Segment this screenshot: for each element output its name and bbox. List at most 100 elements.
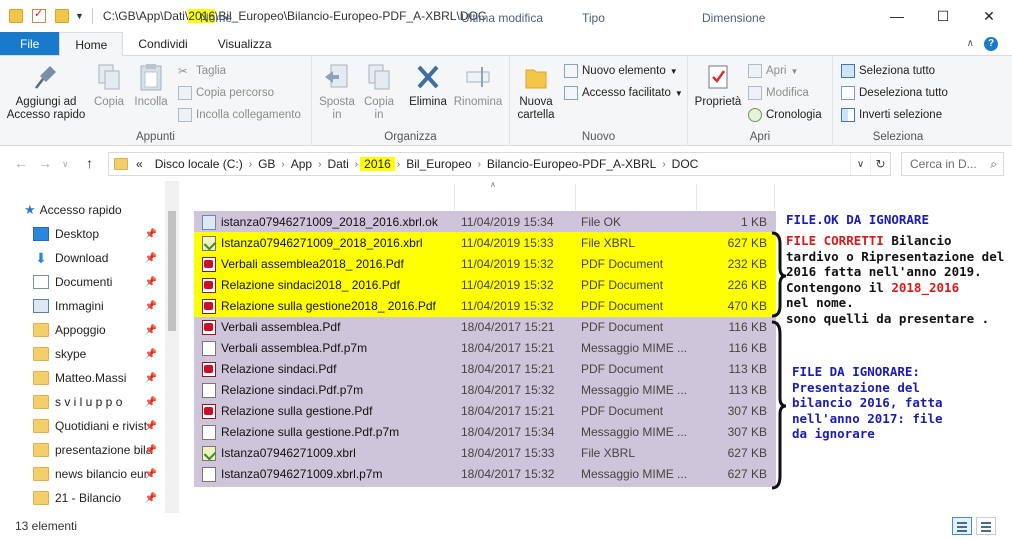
- file-row[interactable]: Relazione sulla gestione.Pdf 18/04/2017 …: [199, 401, 769, 422]
- nav-scrollbar[interactable]: [165, 181, 179, 513]
- recent-locations-button[interactable]: ∨: [62, 159, 69, 170]
- file-row[interactable]: Relazione sindaci2018_ 2016.Pdf 11/04/20…: [199, 275, 769, 296]
- pin-icon[interactable]: 📌: [145, 493, 157, 504]
- nav-item-quotidiani[interactable]: Quotidiani e rivist 📌: [33, 414, 165, 438]
- tab-share[interactable]: Condividi: [123, 32, 202, 55]
- properties-button[interactable]: Proprietà: [692, 62, 744, 109]
- pin-icon[interactable]: 📌: [145, 397, 157, 408]
- address-box[interactable]: « Disco locale (C:) › GB › App › Dati › 2016…: [108, 152, 891, 176]
- cut-button[interactable]: ✂ Taglia: [178, 64, 226, 78]
- breadcrumb-dati[interactable]: Dati: [321, 157, 354, 171]
- nav-item-download[interactable]: ⬇ Download 📌: [33, 246, 165, 270]
- open-button[interactable]: Apri ▼: [748, 64, 798, 78]
- minimize-button[interactable]: —: [874, 0, 920, 32]
- search-input[interactable]: Cerca in D... ⌕: [901, 152, 1004, 176]
- move-to-button[interactable]: Sposta in: [318, 62, 356, 122]
- deselect-all-button[interactable]: Deseleziona tutto: [841, 86, 948, 100]
- pin-icon[interactable]: 📌: [145, 229, 157, 240]
- details-view-icon[interactable]: [952, 517, 972, 535]
- pin-icon[interactable]: 📌: [145, 325, 157, 336]
- file-row[interactable]: Relazione sulla gestione2018_ 2016.Pdf 1…: [199, 296, 769, 317]
- nav-item-appoggio[interactable]: Appoggio 📌: [33, 318, 165, 342]
- file-row[interactable]: Verbali assemblea2018_ 2016.Pdf 11/04/20…: [199, 254, 769, 275]
- breadcrumb-c[interactable]: Disco locale (C:): [149, 157, 249, 171]
- maximize-button[interactable]: ☐: [920, 0, 966, 32]
- breadcrumb-overflow[interactable]: «: [128, 157, 149, 171]
- delete-button[interactable]: Elimina: [408, 62, 448, 109]
- file-row[interactable]: Istanza07946271009.xbrl 18/04/2017 15:33…: [199, 443, 769, 464]
- paste-button[interactable]: Incolla: [131, 62, 171, 109]
- new-item-button[interactable]: Nuovo elemento ▼: [564, 64, 678, 78]
- history-button[interactable]: Cronologia: [748, 108, 822, 122]
- back-button[interactable]: ←: [14, 155, 28, 171]
- edit-button[interactable]: Modifica: [748, 86, 809, 100]
- customize-quick-access-icon[interactable]: ▼: [75, 11, 84, 21]
- select-all-button[interactable]: Seleziona tutto: [841, 64, 935, 78]
- column-divider[interactable]: [454, 184, 455, 210]
- pin-icon[interactable]: 📌: [145, 445, 157, 456]
- new-folder-button[interactable]: Nuova cartella: [514, 62, 558, 122]
- close-button[interactable]: ✕: [966, 0, 1012, 32]
- address-dropdown-icon[interactable]: ∨: [850, 153, 870, 175]
- nav-item-matteo[interactable]: Matteo.Massi 📌: [33, 366, 165, 390]
- file-row[interactable]: Relazione sulla gestione.Pdf.p7m 18/04/2…: [199, 422, 769, 443]
- forward-button[interactable]: →: [38, 155, 52, 171]
- nav-item-skype[interactable]: skype 📌: [33, 342, 165, 366]
- column-divider[interactable]: [575, 184, 576, 210]
- rename-button[interactable]: Rinomina: [452, 62, 504, 109]
- pin-icon[interactable]: 📌: [145, 301, 157, 312]
- invert-selection-button[interactable]: Inverti selezione: [841, 108, 942, 122]
- nav-item-news[interactable]: news bilancio eur 📌: [33, 462, 165, 486]
- file-row[interactable]: Istanza07946271009_2018_2016.xbrl 11/04/…: [199, 233, 769, 254]
- file-row[interactable]: Relazione sindaci.Pdf.p7m 18/04/2017 15:…: [199, 380, 769, 401]
- up-button[interactable]: ↑: [86, 155, 93, 171]
- nav-item-presentazione[interactable]: presentazione bila 📌: [33, 438, 165, 462]
- paste-shortcut-button[interactable]: Incolla collegamento: [178, 108, 301, 122]
- copy-to-button[interactable]: Copia in: [360, 62, 398, 122]
- collapse-ribbon-icon[interactable]: ∧: [967, 38, 974, 49]
- file-row[interactable]: Relazione sindaci.Pdf 18/04/2017 15:21 P…: [199, 359, 769, 380]
- easy-access-button[interactable]: Accesso facilitato ▼: [564, 86, 683, 100]
- column-header-date[interactable]: Ultima modifica: [461, 5, 543, 31]
- breadcrumb-gb[interactable]: GB: [252, 157, 281, 171]
- nav-item-sviluppo[interactable]: s v i l u p p o 📌: [33, 390, 165, 414]
- pin-quick-access-button[interactable]: Aggiungi ad Accesso rapido: [6, 62, 86, 122]
- refresh-icon[interactable]: ↻: [870, 153, 890, 175]
- nav-item-bilancio[interactable]: 21 - Bilancio 📌: [33, 486, 165, 510]
- pin-icon[interactable]: 📌: [145, 469, 157, 480]
- properties-quick-icon[interactable]: [32, 7, 46, 23]
- breadcrumb-separator[interactable]: ›: [355, 159, 358, 170]
- breadcrumb-2016[interactable]: 2016: [360, 157, 395, 171]
- column-header-name[interactable]: Nome: [200, 5, 232, 31]
- pin-icon[interactable]: 📌: [145, 277, 157, 288]
- column-divider[interactable]: [696, 184, 697, 210]
- nav-quick-access[interactable]: ★ Accesso rapido: [24, 198, 164, 222]
- pin-icon[interactable]: 📌: [145, 253, 157, 264]
- nav-item-immagini[interactable]: Immagini 📌: [33, 294, 165, 318]
- breadcrumb-doc[interactable]: DOC: [666, 157, 705, 171]
- tab-view[interactable]: Visualizza: [203, 32, 287, 55]
- tab-home[interactable]: Home: [59, 32, 124, 56]
- column-header-type[interactable]: Tipo: [582, 5, 605, 31]
- breadcrumb-bil-europeo[interactable]: Bil_Europeo: [400, 157, 477, 171]
- copy-button[interactable]: Copia: [90, 62, 128, 109]
- tab-file[interactable]: File: [0, 32, 60, 55]
- pin-icon[interactable]: 📌: [145, 421, 157, 432]
- pin-icon[interactable]: 📌: [145, 373, 157, 384]
- file-row[interactable]: Istanza07946271009.xbrl.p7m 18/04/2017 1…: [199, 464, 769, 485]
- breadcrumb-bilancio-europeo[interactable]: Bilancio-Europeo-PDF_A-XBRL: [481, 157, 662, 171]
- pin-icon[interactable]: 📌: [145, 349, 157, 360]
- nav-item-documenti[interactable]: Documenti 📌: [33, 270, 165, 294]
- column-divider[interactable]: [774, 184, 775, 210]
- help-icon[interactable]: ?: [984, 36, 998, 51]
- file-row[interactable]: istanza07946271009_2018_2016.xbrl.ok 11/…: [199, 212, 769, 233]
- breadcrumb-app[interactable]: App: [285, 157, 318, 171]
- file-row[interactable]: Verbali assemblea.Pdf 18/04/2017 15:21 P…: [199, 317, 769, 338]
- file-row[interactable]: Verbali assemblea.Pdf.p7m 18/04/2017 15:…: [199, 338, 769, 359]
- new-folder-quick-icon[interactable]: [55, 9, 69, 23]
- copy-path-button[interactable]: Copia percorso: [178, 86, 274, 100]
- large-icons-view-icon[interactable]: [976, 517, 996, 535]
- nav-scrollbar-thumb[interactable]: [168, 211, 176, 331]
- nav-item-desktop[interactable]: Desktop 📌: [33, 222, 165, 246]
- column-header-size[interactable]: Dimensione: [702, 5, 765, 31]
